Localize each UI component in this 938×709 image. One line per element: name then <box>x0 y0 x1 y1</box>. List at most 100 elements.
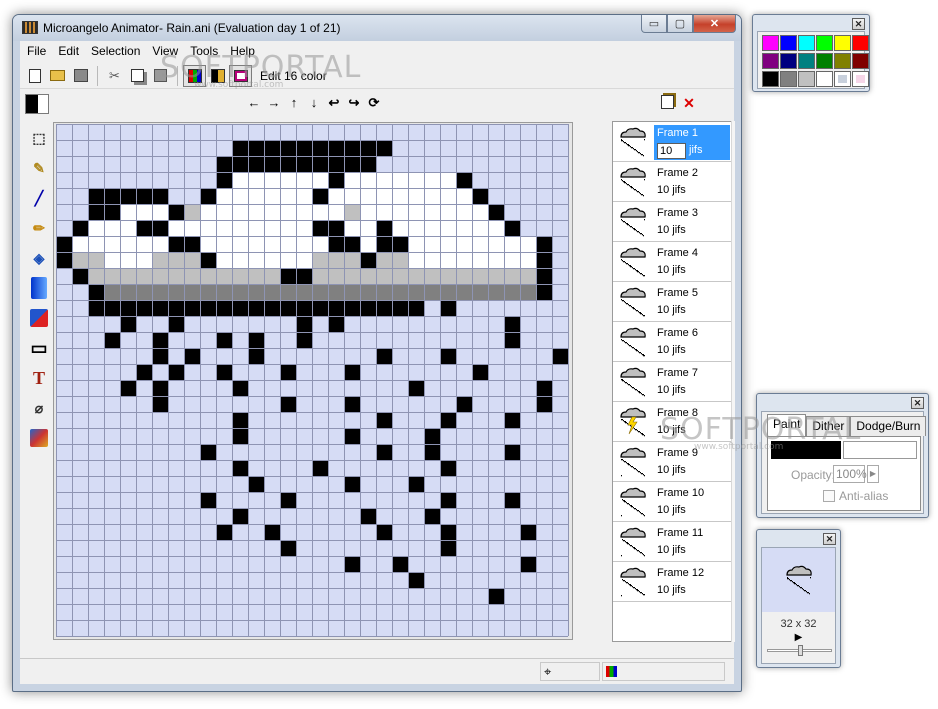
pixel <box>312 188 328 204</box>
frame-item[interactable]: Frame 10 10 jifs <box>613 482 731 522</box>
tab-dither[interactable]: Dither <box>806 416 851 436</box>
tab-paint[interactable]: Paint <box>767 414 807 436</box>
paint-options-close-button[interactable]: ✕ <box>911 397 924 409</box>
open-icon[interactable] <box>46 65 69 87</box>
screen-color-icon[interactable] <box>834 71 851 87</box>
color-swatch[interactable] <box>834 35 851 51</box>
color-swatch[interactable] <box>834 53 851 69</box>
insert-frame-icon[interactable] <box>656 95 678 112</box>
tab-dodge-burn[interactable]: Dodge/Burn <box>850 416 927 436</box>
frame-item[interactable]: Frame 12 10 jifs <box>613 562 731 602</box>
pixel <box>312 236 328 252</box>
color-swatch[interactable] <box>762 35 779 51</box>
menu-help[interactable]: Help <box>224 44 261 58</box>
cut-icon[interactable]: ✂ <box>103 65 126 87</box>
app-icon[interactable] <box>22 21 38 34</box>
speed-slider-thumb[interactable] <box>798 645 803 656</box>
delete-frame-icon[interactable]: ✕ <box>678 95 700 112</box>
new-icon[interactable] <box>23 65 46 87</box>
menu-view[interactable]: View <box>146 44 184 58</box>
pixel <box>344 156 360 172</box>
color-mode-icon[interactable] <box>183 64 206 87</box>
flip-vertical-icon[interactable]: ↪ <box>344 95 364 111</box>
preview-close-button[interactable]: ✕ <box>823 533 836 545</box>
color-swatch[interactable] <box>762 53 779 69</box>
color-swatch[interactable] <box>798 35 815 51</box>
shift-up-icon[interactable]: ↑ <box>284 95 304 111</box>
color-swatch[interactable] <box>852 35 869 51</box>
pixel <box>280 492 296 508</box>
color-swatch[interactable] <box>780 71 797 87</box>
pixel-grid[interactable] <box>56 124 570 638</box>
pixel <box>232 252 248 268</box>
line-tool[interactable]: ╱ <box>25 183 53 213</box>
pixel <box>136 236 152 252</box>
shift-down-icon[interactable]: ↓ <box>304 95 324 111</box>
color-swatch[interactable] <box>780 53 797 69</box>
frame-item[interactable]: Frame 6 10 jifs <box>613 322 731 362</box>
maximize-button[interactable]: ▢ <box>667 15 693 33</box>
pixel <box>280 540 296 556</box>
brush-color-bar-secondary[interactable] <box>843 441 917 459</box>
fill-tool[interactable]: ◈ <box>25 243 53 273</box>
select-tool[interactable]: ⬚ <box>25 123 53 153</box>
pixel <box>200 268 216 284</box>
minimize-button[interactable]: ▭ <box>641 15 667 33</box>
frame-item[interactable]: Frame 5 10 jifs <box>613 282 731 322</box>
frame-item[interactable]: Frame 8 10 jifs <box>613 402 731 442</box>
text-tool[interactable]: T <box>25 363 53 393</box>
frame-item[interactable]: Frame 2 10 jifs <box>613 162 731 202</box>
lasso-tool[interactable]: ✎ <box>25 153 53 183</box>
eyedropper-tool[interactable]: ⌀ <box>25 393 53 423</box>
frame-item[interactable]: Frame 9 10 jifs <box>613 442 731 482</box>
frames-scrollbar[interactable] <box>731 121 735 642</box>
copy-icon[interactable] <box>126 65 149 87</box>
menu-tools[interactable]: Tools <box>184 44 224 58</box>
antialias-checkbox[interactable] <box>823 490 835 502</box>
color-swatch[interactable] <box>762 71 779 87</box>
frame-item[interactable]: Frame 7 10 jifs <box>613 362 731 402</box>
menu-edit[interactable]: Edit <box>52 44 85 58</box>
inverse-color-icon[interactable] <box>852 71 869 87</box>
current-colors-swatch[interactable] <box>25 94 49 114</box>
color-swatch[interactable] <box>816 35 833 51</box>
effects-tool[interactable] <box>25 423 53 453</box>
frame-item[interactable]: Frame 3 10 jifs <box>613 202 731 242</box>
rectangle-tool[interactable]: ▭ <box>25 333 53 363</box>
flip-horizontal-icon[interactable]: ↩ <box>324 95 344 111</box>
title-bar[interactable]: Microangelo Animator- Rain.ani (Evaluati… <box>13 15 741 41</box>
shift-left-icon[interactable]: ← <box>244 95 264 111</box>
shift-right-icon[interactable]: → <box>264 95 284 111</box>
foreground-color[interactable] <box>26 95 38 113</box>
color-swatch[interactable] <box>816 71 833 87</box>
rain-cloud-thumbnail <box>620 287 646 317</box>
frame-item[interactable]: Frame 4 10 jifs <box>613 242 731 282</box>
paste-icon[interactable] <box>149 65 172 87</box>
frame-item[interactable]: Frame 1 10 jifs <box>613 122 731 162</box>
close-button[interactable]: ✕ <box>693 15 736 33</box>
color-swatch[interactable] <box>798 53 815 69</box>
menu-selection[interactable]: Selection <box>85 44 146 58</box>
view-mode-icon[interactable] <box>229 64 252 87</box>
frame-duration-input[interactable]: 10 <box>657 143 686 159</box>
play-icon[interactable]: ▶ <box>762 632 835 643</box>
color-swatch[interactable] <box>798 71 815 87</box>
save-icon[interactable] <box>69 65 92 87</box>
palette-close-button[interactable]: ✕ <box>852 18 865 30</box>
pixel <box>440 220 456 236</box>
opacity-spin-icon[interactable]: ▶ <box>867 465 879 483</box>
replace-tool[interactable] <box>25 303 53 333</box>
opacity-field[interactable]: 100% <box>833 465 867 483</box>
bw-mode-icon[interactable] <box>206 65 229 87</box>
pencil-tool[interactable]: ✏ <box>25 213 53 243</box>
rotate-icon[interactable]: ⟳ <box>364 95 384 111</box>
color-swatch[interactable] <box>780 35 797 51</box>
color-swatch[interactable] <box>852 53 869 69</box>
gradient-tool[interactable] <box>25 273 53 303</box>
edit-canvas[interactable] <box>53 122 573 640</box>
brush-color-bar[interactable] <box>771 441 841 459</box>
pixel <box>392 300 408 316</box>
color-swatch[interactable] <box>816 53 833 69</box>
menu-file[interactable]: File <box>21 44 52 58</box>
frame-item[interactable]: Frame 11 10 jifs <box>613 522 731 562</box>
